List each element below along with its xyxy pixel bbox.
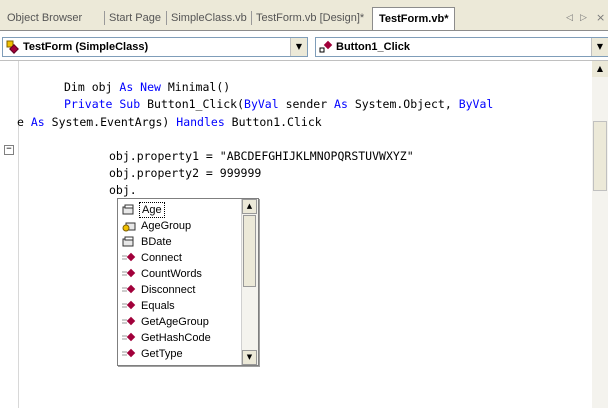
tab-separator [166,11,167,25]
method-icon [122,348,136,358]
tab-separator [251,11,252,25]
method-icon [122,316,136,326]
method-icon [122,300,136,310]
tab-scroll-right-icon[interactable]: ▷ [580,9,587,27]
code-navigation-bar: TestForm (SimpleClass) ▼ Button1_Click ▼ [0,30,608,61]
property-icon [122,236,134,247]
collapse-outline-icon[interactable]: − [4,145,14,155]
method-icon [122,268,136,278]
scroll-thumb[interactable] [243,215,256,287]
tab-separator [104,11,105,25]
method-icon [122,252,136,262]
class-icon [6,40,19,54]
scroll-up-icon[interactable]: ▲ [592,61,608,77]
list-item[interactable]: GetHashCode [120,330,240,346]
method-icon [122,332,136,342]
tab-simpleclass-vb[interactable]: SimpleClass.vb [171,9,247,27]
list-item[interactable]: Disconnect [120,282,240,298]
code-line: obj. [109,183,137,197]
method-icon [122,284,136,294]
tab-scroll-left-icon[interactable]: ◁ [566,9,573,27]
property-icon [122,204,134,215]
list-item[interactable]: Connect [120,250,240,266]
list-item[interactable]: GetType [120,346,240,362]
method-name-value: Button1_Click [336,41,410,53]
editor-gutter [0,61,12,408]
list-item[interactable]: Equals [120,298,240,314]
code-line: e As System.EventArgs) Handles Button1.C… [17,115,322,129]
list-item[interactable]: AgeGroup [120,218,240,234]
scroll-down-icon[interactable]: ▼ [242,350,257,365]
chevron-down-icon[interactable]: ▼ [290,38,307,56]
class-name-combo[interactable]: TestForm (SimpleClass) ▼ [2,37,308,57]
scroll-up-icon[interactable]: ▲ [242,199,257,214]
tab-testform-design[interactable]: TestForm.vb [Design]* [256,9,364,27]
list-item[interactable]: CountWords [120,266,240,282]
class-name-value: TestForm (SimpleClass) [23,41,149,53]
tab-testform-vb[interactable]: TestForm.vb* [372,7,456,30]
intellisense-member-list[interactable]: Age AgeGroup BDate Connect CountWords Di… [117,198,259,366]
event-method-icon [319,40,333,53]
editor-vertical-scrollbar[interactable]: ▲ [592,61,608,408]
member-list-scrollbar[interactable]: ▲ ▼ [241,199,258,365]
tab-object-browser[interactable]: Object Browser [7,9,82,27]
list-item[interactable]: BDate [120,234,240,250]
code-line: Private Sub Button1_Click(ByVal sender A… [64,97,494,111]
tab-close-icon[interactable]: × [596,9,605,27]
code-line: obj.property2 = 999999 [109,166,262,180]
tab-start-page[interactable]: Start Page [109,9,161,27]
code-editor[interactable]: Dim obj As New Minimal() Private Sub But… [0,60,608,408]
list-item[interactable]: GetAgeGroup [120,314,240,330]
code-line: obj.property1 = "ABCDEFGHIJKLMNOPQRSTUVW… [109,149,414,163]
list-item[interactable]: Age [120,202,240,218]
property-key-icon [122,222,136,232]
method-name-combo[interactable]: Button1_Click ▼ [315,37,608,57]
scroll-thumb[interactable] [593,121,607,191]
document-tab-strip: Object Browser Start Page SimpleClass.vb… [0,0,608,30]
code-line: Dim obj As New Minimal() [64,80,231,94]
chevron-down-icon[interactable]: ▼ [591,38,608,56]
